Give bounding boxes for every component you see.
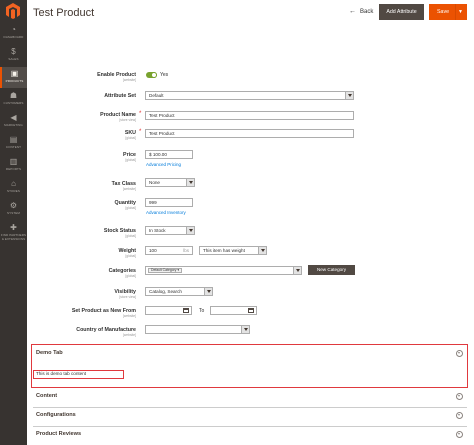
collapse-icon[interactable] [456,350,463,357]
menu-item-label: SALES [8,57,19,61]
save-button[interactable]: Save ▼ [429,4,467,20]
demo-tab-content: This is demo tab content [33,370,124,379]
menu-item-content[interactable]: ▤ CONTENT [0,133,27,154]
person-icon: ☗ [9,91,18,100]
puzzle-icon: ✚ [10,223,17,232]
quantity-input[interactable]: 999 [145,198,193,207]
new-category-button[interactable]: New Category [308,265,355,275]
required-marker: * [139,129,142,135]
menu-item-label: MARKETING [4,123,23,127]
sku-input[interactable]: Test Product [145,129,354,138]
magento-logo[interactable] [0,0,27,23]
menu-item-label: DASHBOARD [3,35,24,39]
attribute-set-label: Attribute Set [104,93,136,99]
category-chip[interactable]: Default Category ▾ [148,268,183,273]
menu-item-system[interactable]: ⚙ SYSTEM [0,199,27,220]
menu-item-label: PRODUCTS [5,79,24,83]
menu-item-label: CUSTOMERS [3,101,24,105]
product-reviews-section-title: Product Reviews [36,431,82,437]
menu-item-label: FIND PARTNERS & EXTENSIONS [0,233,27,241]
country-label: Country of Manufacture [website] [76,327,136,337]
visibility-select[interactable]: Catalog, Search [145,287,213,296]
price-label: Price [global] [123,152,136,162]
expand-icon[interactable] [456,393,463,400]
attribute-set-select[interactable]: Default [145,91,354,100]
calendar-icon[interactable] [248,308,254,313]
tax-class-label: Tax Class [website] [111,181,136,191]
required-marker: * [139,111,142,117]
chevron-down-icon[interactable]: ▼ [458,4,463,20]
dashboard-icon: ◔ [11,25,16,34]
chevron-down-icon: ▾ [177,268,180,272]
advanced-pricing-link[interactable]: Advanced Pricing [146,162,181,167]
menu-item-sales[interactable]: $ SALES [0,45,27,66]
chevron-down-icon [204,288,212,295]
visibility-label: Visibility [store view] [114,289,136,299]
product-reviews-section[interactable]: Product Reviews [33,426,467,445]
add-attribute-button[interactable]: Add Attribute [379,4,424,20]
chevron-down-icon [241,326,249,333]
new-from-date-input[interactable] [145,306,192,315]
menu-item-label: CONTENT [5,145,22,149]
chevron-down-icon [345,92,353,99]
megaphone-icon: ◀ [10,113,17,122]
back-button[interactable]: ← Back [349,8,373,15]
categories-label: Categories [global] [108,268,136,278]
gear-icon: ⚙ [9,201,18,210]
enable-product-toggle[interactable] [146,72,157,78]
new-to-date-input[interactable] [210,306,257,315]
new-from-label: Set Product as New From [website] [71,308,136,318]
content-section-title: Content [36,393,58,399]
menu-item-find[interactable]: ✚ FIND PARTNERS & EXTENSIONS [0,221,27,242]
demo-tab-title: Demo Tab [36,350,63,356]
configurations-section-title: Configurations [36,412,76,418]
content-section[interactable]: Content [33,388,467,408]
chevron-down-icon [186,179,194,186]
price-input[interactable]: $ 100.00 [145,150,193,159]
enable-product-value: Yes [160,72,169,78]
page-title: Test Product [33,7,95,19]
date-to-label: To [199,308,205,314]
product-name-label: Product Name [store view] [100,112,136,122]
weight-input[interactable]: 100 lbs [145,246,193,255]
weight-type-select[interactable]: This item has weight [199,246,267,255]
demo-tab-section[interactable]: Demo Tab [33,345,467,365]
weight-label: Weight [global] [118,248,136,258]
content-icon: ▤ [9,135,18,144]
expand-icon[interactable] [456,431,463,438]
dollar-icon: $ [11,47,16,56]
menu-item-products[interactable]: ▣ PRODUCTS [0,67,27,88]
advanced-inventory-link[interactable]: Advanced Inventory [146,210,186,215]
menu-item-customers[interactable]: ☗ CUSTOMERS [0,89,27,110]
chevron-down-icon [186,227,194,234]
product-name-input[interactable]: Test Product [145,111,354,120]
configurations-section[interactable]: Configurations [33,407,467,427]
stock-status-select[interactable]: In Stock [145,226,195,235]
menu-item-marketing[interactable]: ◀ MARKETING [0,111,27,132]
cube-icon: ▣ [10,69,19,78]
menu-item-label: REPORTS [5,167,22,171]
bar-chart-icon: ▥ [9,157,18,166]
stock-status-label: Stock Status [global] [103,228,136,238]
menu-item-stores[interactable]: ⌂ STORES [0,177,27,198]
expand-icon[interactable] [456,412,463,419]
quantity-label: Quantity [global] [114,200,136,210]
menu-item-label: SYSTEM [7,211,20,215]
enable-product-label: Enable Product [website] [97,72,136,82]
tax-class-select[interactable]: None [145,178,195,187]
chevron-down-icon [293,267,301,274]
arrow-left-icon: ← [349,8,356,15]
country-select[interactable] [145,325,250,334]
store-icon: ⌂ [11,179,16,188]
menu-item-label: STORES [7,189,20,193]
chevron-down-icon [258,247,266,254]
menu-item-reports[interactable]: ▥ REPORTS [0,155,27,176]
calendar-icon[interactable] [183,308,189,313]
admin-menu: ◔ DASHBOARD $ SALES ▣ PRODUCTS ☗ CUSTOMERS ◀ MARK… [0,0,27,445]
menu-item-dashboard[interactable]: ◔ DASHBOARD [0,23,27,44]
sku-label: SKU [global] [124,130,136,140]
